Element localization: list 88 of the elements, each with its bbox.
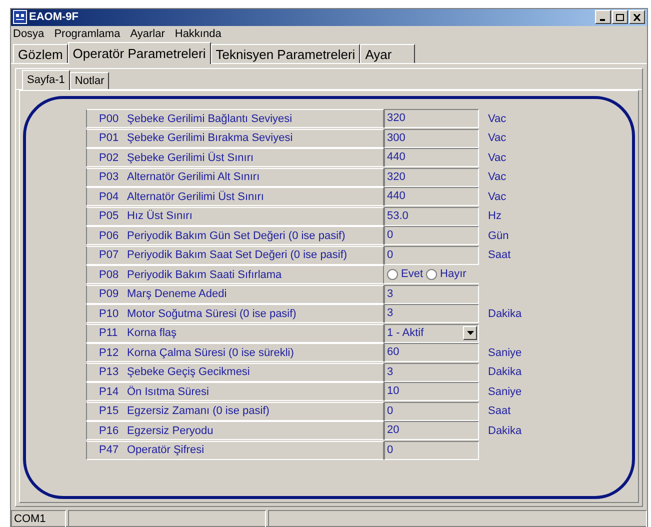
unit-label: Dakika <box>488 424 522 438</box>
parameter-code: P05 <box>99 209 120 224</box>
parameter-name: Periyodik Bakım Saati Sıfırlama <box>127 268 282 282</box>
parameter-code: P07 <box>99 248 120 263</box>
parameter-code: P10 <box>99 306 120 322</box>
value-field[interactable]: 0 <box>384 246 479 265</box>
radio-option[interactable]: Hayır <box>426 266 466 282</box>
unit-label: Hz <box>488 209 502 224</box>
parameter-name: Şebeke Gerilimi Bağlantı Seviyesi <box>127 112 292 126</box>
unit-label: Saniye <box>488 346 522 360</box>
unit-label: Saniye <box>488 384 522 400</box>
parameter-code: P03 <box>99 170 120 185</box>
parameter-name: Şebeke Gerilimi Bırakma Seviyesi <box>127 131 293 146</box>
value-field[interactable]: 3 <box>384 284 479 304</box>
parameter-name: Hız Üst Sınırı <box>127 208 192 224</box>
value-field[interactable]: 320 <box>384 109 479 128</box>
unit-label: Saat <box>488 248 511 263</box>
unit-label: Saat <box>488 404 511 419</box>
unit-label: Vac <box>488 170 506 185</box>
value-field[interactable]: 0 <box>384 440 479 460</box>
parameter-name: Operatör Şifresi <box>127 443 204 458</box>
radio-option[interactable]: Evet <box>387 266 424 282</box>
parameter-name: Alternatör Gerilimi Üst Sınırı <box>127 190 264 204</box>
value-field[interactable]: 3 <box>384 304 479 324</box>
unit-label: Gün <box>488 228 509 244</box>
parameter-name: Alternatör Gerilimi Alt Sınırı <box>127 170 260 185</box>
value-field[interactable]: 10 <box>384 382 479 402</box>
parameter-code: P11 <box>99 326 119 341</box>
parameter-code: P01 <box>99 131 120 146</box>
menu-item[interactable]: Ayarlar <box>130 26 165 42</box>
value-field[interactable]: 440 <box>384 187 479 206</box>
app-icon <box>13 10 27 24</box>
parameter-code: P02 <box>99 150 120 166</box>
value-field[interactable]: 300 <box>384 128 479 148</box>
window-title: EAOM-9F <box>29 10 78 25</box>
parameter-code: P09 <box>99 287 120 302</box>
tab[interactable]: Gözlem <box>13 44 68 63</box>
maximize-icon <box>616 14 624 21</box>
menu-item[interactable]: Dosya <box>13 26 44 42</box>
parameter-code: P13 <box>99 365 120 380</box>
parameter-name: Periyodik Bakım Saat Set Değeri (0 ise pasif) <box>127 248 348 263</box>
unit-label: Vac <box>488 131 506 146</box>
dropdown-field[interactable]: 1 - Aktif <box>384 324 479 343</box>
value-field[interactable]: 440 <box>384 148 479 168</box>
parameter-name: Şebeke Geçiş Gecikmesi <box>127 365 250 380</box>
tab[interactable]: Sayfa-1 <box>22 70 70 90</box>
parameter-name: Korna Çalma Süresi (0 ise sürekli) <box>127 346 294 360</box>
close-icon <box>633 14 641 21</box>
value-field[interactable]: 60 <box>384 343 479 362</box>
value-field[interactable]: 3 <box>384 362 479 382</box>
parameter-name: Marş Deneme Adedi <box>127 287 227 302</box>
parameter-code: P08 <box>99 268 120 282</box>
maximize-button[interactable] <box>612 10 628 24</box>
tab[interactable]: Ayar <box>360 44 415 63</box>
value-field[interactable]: 53.0 <box>384 206 479 226</box>
unit-label: Vac <box>488 112 506 126</box>
parameter-code: P14 <box>99 384 120 400</box>
value-field[interactable]: 0 <box>384 402 479 421</box>
parameter-name: Şebeke Gerilimi Üst Sınırı <box>127 150 254 166</box>
value-field[interactable]: 0 <box>384 226 479 246</box>
unit-label: Dakika <box>488 365 522 380</box>
menu-item[interactable]: Programlama <box>54 26 120 42</box>
parameter-name: Ön Isıtma Süresi <box>127 384 209 400</box>
menu-item[interactable]: Hakkında <box>174 26 222 42</box>
value-field[interactable]: 320 <box>384 168 479 187</box>
tab[interactable]: Notlar <box>70 72 110 89</box>
unit-label: Dakika <box>488 306 522 322</box>
parameter-code: P00 <box>99 112 120 126</box>
parameter-code: P12 <box>99 346 120 360</box>
parameter-name: Periyodik Bakım Gün Set Değeri (0 ise pasif) <box>127 228 346 244</box>
parameter-code: P15 <box>99 404 120 419</box>
tab[interactable]: Operatör Parametreleri <box>68 42 211 64</box>
parameter-name: Motor Soğutma Süresi (0 ise pasif) <box>127 306 296 322</box>
close-button[interactable] <box>629 10 645 24</box>
parameter-code: P47 <box>99 443 120 458</box>
caret-icon <box>463 326 477 340</box>
unit-label: Vac <box>488 150 506 166</box>
parameter-name: Egzersiz Peryodu <box>127 424 214 438</box>
parameter-name: Egzersiz Zamanı (0 ise pasif) <box>127 404 270 419</box>
parameter-code: P16 <box>99 424 120 438</box>
minimize-button[interactable] <box>595 10 611 24</box>
unit-label: Vac <box>488 190 506 204</box>
parameter-name: Korna flaş <box>127 326 177 341</box>
parameter-code: P06 <box>99 228 120 244</box>
tab[interactable]: Teknisyen Parametreleri <box>210 44 360 63</box>
parameter-code: P04 <box>99 190 120 204</box>
status-panel: COM1 <box>11 510 66 527</box>
value-field[interactable]: 20 <box>384 421 479 440</box>
